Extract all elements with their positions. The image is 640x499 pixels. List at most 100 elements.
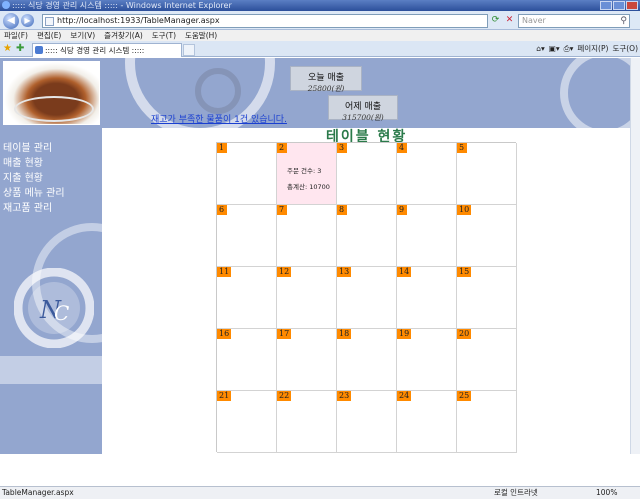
table-cell[interactable]: 2 주문 건수: 3 총계산: 10700 (277, 143, 337, 205)
table-cell[interactable]: 9 (397, 205, 457, 267)
sidebar-item-inventory[interactable]: 재고품 관리 (3, 202, 52, 215)
table-number: 14 (397, 267, 412, 277)
table-cell[interactable]: 14 (397, 267, 457, 329)
table-grid: 1 2 주문 건수: 3 총계산: 10700 3 4 5 6 7 8 9 10 11 12 13 14 15 1… (216, 142, 517, 453)
table-number: 4 (397, 143, 407, 153)
tools-menu[interactable]: 도구(O) (612, 43, 638, 55)
table-cell[interactable]: 12 (277, 267, 337, 329)
add-favorites-icon[interactable]: ✚ (16, 43, 24, 54)
table-number: 1 (217, 143, 227, 153)
favorites-star-icon[interactable]: ★ (3, 43, 12, 54)
sidebar-item-table-manage[interactable]: 테이블 관리 (3, 142, 52, 155)
table-cell[interactable]: 23 (337, 391, 397, 453)
food-image (3, 61, 100, 125)
table-number: 10 (457, 205, 472, 215)
table-cell[interactable]: 25 (457, 391, 517, 453)
search-icon[interactable]: ⚲ (620, 15, 627, 27)
home-icon[interactable]: ⌂▾ (536, 43, 545, 55)
table-cell[interactable]: 5 (457, 143, 517, 205)
search-placeholder: Naver (522, 16, 546, 25)
menu-help[interactable]: 도움말(H) (181, 30, 222, 41)
page-scrollbar[interactable] (630, 58, 640, 454)
table-cell[interactable]: 24 (397, 391, 457, 453)
table-cell[interactable]: 7 (277, 205, 337, 267)
address-input[interactable]: http://localhost:1933/TableManager.aspx (42, 14, 488, 28)
feeds-icon[interactable]: ▣▾ (549, 43, 560, 55)
order-total: 총계산: 10700 (287, 183, 330, 191)
decor-arc (560, 58, 630, 128)
tab-title: ::::: 식당 경영 관리 시스템 ::::: (45, 46, 145, 55)
back-icon[interactable]: ◀ (3, 13, 19, 29)
order-count: 주문 건수: 3 (287, 167, 322, 175)
table-cell[interactable]: 21 (217, 391, 277, 453)
table-number: 13 (337, 267, 352, 277)
table-number: 3 (337, 143, 347, 153)
forward-icon[interactable]: ▶ (21, 14, 34, 27)
table-cell[interactable]: 6 (217, 205, 277, 267)
table-cell[interactable]: 8 (337, 205, 397, 267)
menu-view[interactable]: 보기(V) (66, 30, 100, 41)
table-number: 8 (337, 205, 347, 215)
table-cell[interactable]: 10 (457, 205, 517, 267)
new-tab-button[interactable] (183, 44, 195, 56)
menu-edit[interactable]: 편집(E) (33, 30, 66, 41)
table-number: 16 (217, 329, 232, 339)
table-cell[interactable]: 16 (217, 329, 277, 391)
menu-favorites[interactable]: 즐겨찾기(A) (100, 30, 148, 41)
table-cell[interactable]: 17 (277, 329, 337, 391)
table-cell[interactable]: 3 (337, 143, 397, 205)
tab-bar: ★ ✚ ::::: 식당 경영 관리 시스템 ::::: ⌂▾ ▣▾ ⎙▾ 페이… (0, 41, 640, 57)
menu-tools[interactable]: 도구(T) (148, 30, 181, 41)
tab-current[interactable]: ::::: 식당 경영 관리 시스템 ::::: (32, 43, 182, 57)
sidebar-item-sales[interactable]: 매출 현황 (3, 157, 43, 170)
minimize-icon[interactable] (600, 1, 612, 10)
table-number: 17 (277, 329, 292, 339)
table-cell[interactable]: 20 (457, 329, 517, 391)
sidebar-item-expenses[interactable]: 지출 현황 (3, 172, 43, 185)
table-cell[interactable]: 4 (397, 143, 457, 205)
decor-arc (195, 68, 241, 114)
tab-favicon-icon (35, 46, 43, 54)
page-content: 오늘 매출 25800(원) 어제 매출 315700(원) 재고가 부족한 물… (0, 58, 630, 454)
window-title-bar: ::::: 식당 경영 관리 시스템 ::::: - Windows Inter… (0, 0, 640, 11)
stop-icon[interactable]: ✕ (504, 15, 515, 26)
table-cell[interactable]: 19 (397, 329, 457, 391)
menu-file[interactable]: 파일(F) (0, 30, 33, 41)
today-sales-label: 오늘 매출 (308, 73, 344, 83)
table-cell[interactable]: 13 (337, 267, 397, 329)
table-cell[interactable]: 11 (217, 267, 277, 329)
table-number: 7 (277, 205, 287, 215)
table-cell[interactable]: 22 (277, 391, 337, 453)
maximize-icon[interactable] (613, 1, 625, 10)
page-icon (45, 17, 54, 26)
table-number: 2 (277, 143, 287, 153)
stock-alert-link[interactable]: 재고가 부족한 물품이 1건 있습니다. (151, 112, 287, 125)
table-number: 21 (217, 391, 232, 401)
refresh-icon[interactable]: ⟳ (490, 15, 501, 26)
sidebar-item-label: 매출 현황 (3, 158, 43, 169)
svg-text:C: C (54, 301, 69, 325)
sidebar-item-label: 지출 현황 (3, 173, 43, 184)
table-number: 20 (457, 329, 472, 339)
sidebar-item-menu-manage[interactable]: 상품 메뉴 관리 (3, 187, 65, 200)
table-number: 9 (397, 205, 407, 215)
plate-shape (14, 96, 94, 122)
close-icon[interactable] (626, 1, 638, 10)
zoom-level[interactable]: 100% (596, 487, 617, 499)
table-cell[interactable]: 1 (217, 143, 277, 205)
ie-logo-icon (2, 1, 10, 9)
page-menu[interactable]: 페이지(P) (577, 43, 608, 55)
table-cell[interactable]: 15 (457, 267, 517, 329)
today-sales-value: 25800(원) (307, 84, 345, 93)
print-icon[interactable]: ⎙▾ (564, 43, 574, 55)
address-actions: ⟳ ✕ (490, 15, 515, 26)
table-number: 6 (217, 205, 227, 215)
table-number: 22 (277, 391, 292, 401)
site-header: 오늘 매출 25800(원) 어제 매출 315700(원) 재고가 부족한 물… (0, 58, 630, 128)
college-emblem-icon: N C (14, 268, 94, 348)
security-zone: 로컬 인트라넷 (494, 488, 538, 497)
search-input[interactable]: Naver ⚲ (518, 14, 630, 28)
table-cell[interactable]: 18 (337, 329, 397, 391)
window-title: ::::: 식당 경영 관리 시스템 ::::: - Windows Inter… (12, 1, 232, 10)
yesterday-sales-label: 어제 매출 (345, 102, 381, 112)
